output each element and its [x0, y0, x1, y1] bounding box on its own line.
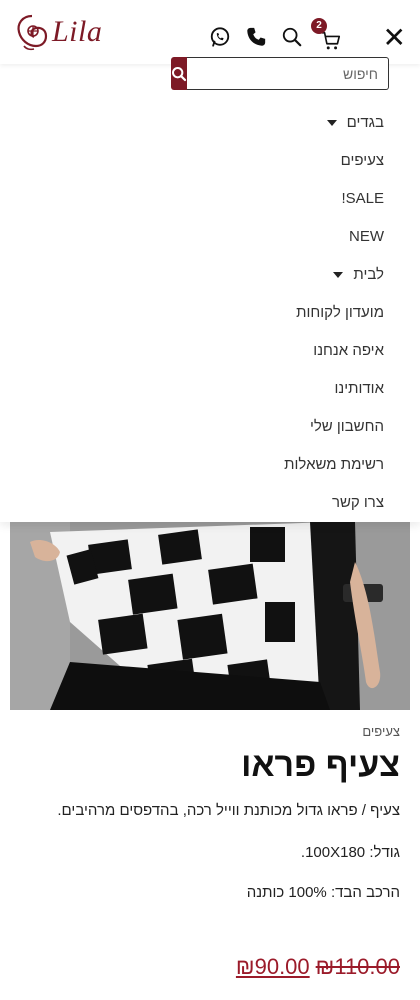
- product-category-link[interactable]: צעיפים: [362, 724, 400, 739]
- cart-icon[interactable]: [320, 30, 342, 52]
- close-menu-button[interactable]: ✕: [383, 24, 406, 52]
- product-size: גודל: 100X180.: [300, 844, 400, 861]
- menu-item-about[interactable]: אודותינו: [334, 380, 384, 397]
- menu-item-contact[interactable]: צרו קשר: [332, 494, 384, 511]
- menu-item-new[interactable]: NEW: [349, 228, 384, 245]
- search-submit-button[interactable]: [171, 57, 187, 90]
- menu-item-label: החשבון שלי: [309, 418, 384, 435]
- menu-item-label: צרו קשר: [331, 494, 384, 511]
- search-icon[interactable]: [281, 26, 303, 48]
- product-info: צעיפים צעיף פראו צעיף / פראו גדול מכותנת…: [0, 710, 420, 1000]
- mobile-nav-menu: בגדים צעיפים SALE! NEW לבית מועדון לקוחו…: [0, 64, 420, 522]
- menu-item-label: בגדים: [346, 114, 384, 131]
- product-image[interactable]: [10, 522, 410, 710]
- search-input[interactable]: [187, 57, 389, 90]
- menu-item-account[interactable]: החשבון שלי: [310, 418, 384, 435]
- price-row: ₪90.00 ₪110.00: [236, 954, 400, 980]
- sale-price: ₪90.00: [235, 954, 310, 979]
- site-header: Lila 2 ✕: [0, 0, 420, 64]
- brand-name: Lila: [52, 15, 103, 48]
- paisley-logo-icon: [17, 14, 48, 51]
- phone-icon[interactable]: [245, 26, 267, 48]
- menu-item-label: לבית: [353, 266, 384, 283]
- close-icon: ✕: [382, 22, 406, 53]
- menu-item-label: מועדון לקוחות: [296, 304, 384, 321]
- menu-item-home[interactable]: לבית: [333, 266, 384, 283]
- product-title: צעיף פראו: [241, 746, 400, 784]
- menu-item-wishlist[interactable]: רשימת משאלות: [284, 456, 384, 473]
- menu-item-clothing[interactable]: בגדים: [326, 114, 384, 131]
- whatsapp-icon[interactable]: [209, 26, 231, 48]
- menu-item-club[interactable]: מועדון לקוחות: [296, 304, 384, 321]
- caret-down-icon[interactable]: [326, 119, 337, 126]
- product-composition: הרכב הבד: 100% כותנה: [246, 884, 400, 901]
- search-icon: [172, 66, 187, 81]
- brand-logo[interactable]: Lila: [14, 12, 102, 52]
- menu-item-label: SALE!: [341, 190, 384, 207]
- menu-item-label: איפה אנחנו: [313, 342, 384, 359]
- menu-item-label: רשימת משאלות: [284, 456, 384, 473]
- menu-item-label: צעיפים: [340, 152, 384, 169]
- product-description: צעיף / פראו גדול מכותנת ווייל רכה, בהדפס…: [57, 802, 400, 819]
- product-photo-illustration: [10, 522, 410, 710]
- menu-item-location[interactable]: איפה אנחנו: [313, 342, 384, 359]
- menu-item-label: NEW: [349, 228, 384, 245]
- caret-down-icon[interactable]: [333, 271, 344, 278]
- search-form: [171, 57, 389, 90]
- menu-item-scarves[interactable]: צעיפים: [341, 152, 384, 169]
- menu-item-label: אודותינו: [334, 380, 384, 397]
- menu-item-sale[interactable]: SALE!: [341, 190, 384, 207]
- original-price: ₪110.00: [315, 954, 400, 979]
- cart-count-badge: 2: [311, 18, 327, 34]
